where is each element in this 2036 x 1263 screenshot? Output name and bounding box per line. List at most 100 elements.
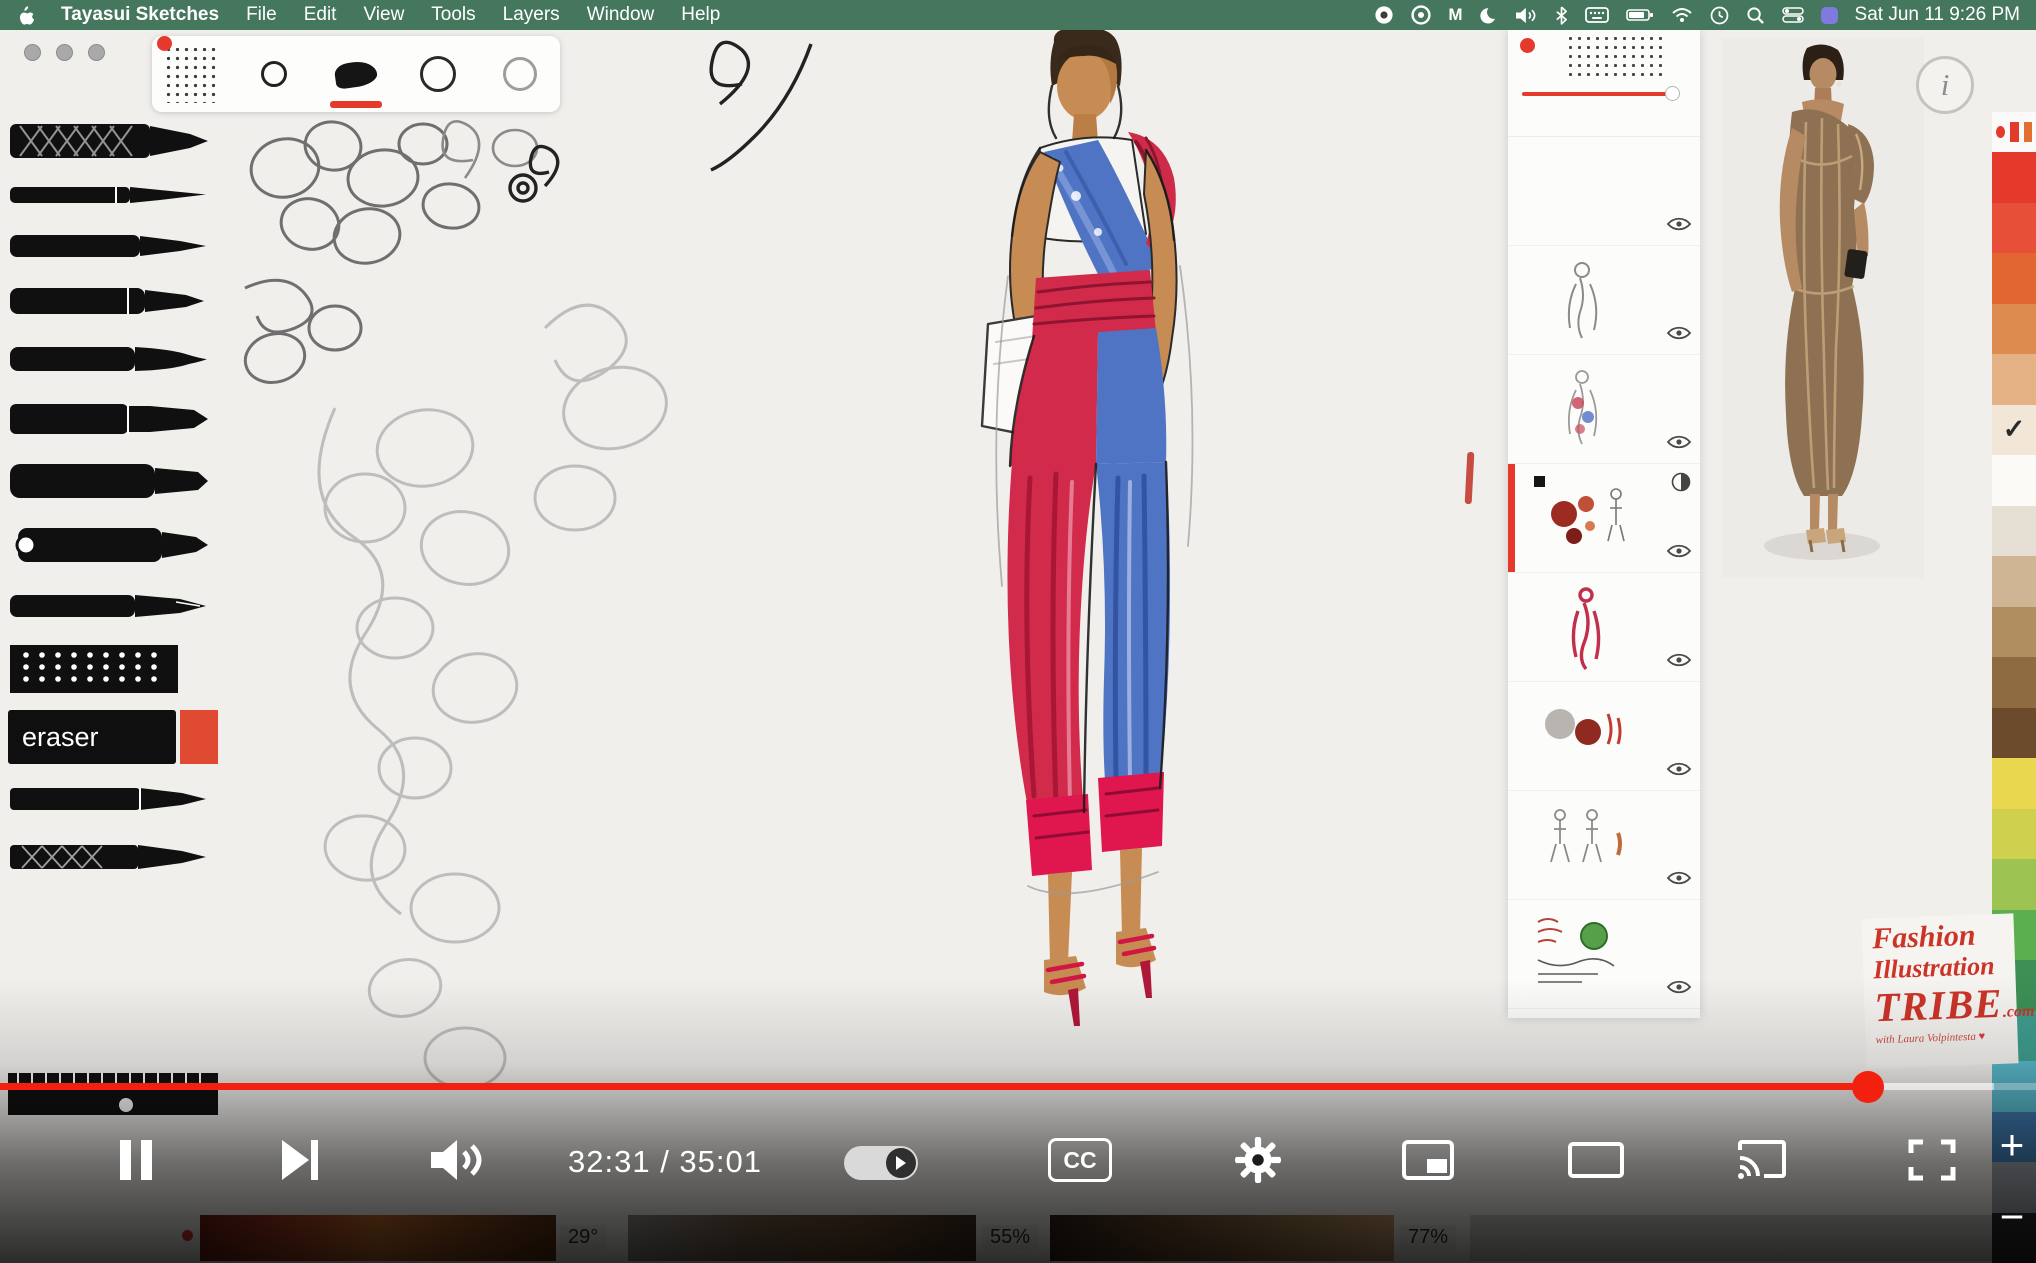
pencil-tool[interactable]: [8, 777, 222, 821]
window-zoom-button[interactable]: [88, 44, 105, 61]
palette-swatch[interactable]: [1992, 455, 2036, 506]
moon-icon[interactable]: [1480, 6, 1499, 25]
palette-mini-swatch[interactable]: [2010, 122, 2018, 142]
search-icon[interactable]: [1746, 6, 1765, 25]
ruler-tool[interactable]: [8, 1063, 222, 1127]
palette-swatch[interactable]: [1992, 203, 2036, 254]
palette-swatch[interactable]: [1992, 859, 2036, 910]
layer-visibility-eye-icon[interactable]: [1666, 433, 1692, 453]
colorwheel-icon[interactable]: [1411, 5, 1431, 25]
layer-visibility-eye-icon[interactable]: [1666, 978, 1692, 998]
layer-row[interactable]: [1508, 246, 1700, 355]
palette-mini-swatch[interactable]: [2024, 122, 2032, 142]
menu-help[interactable]: Help: [681, 4, 720, 26]
palette-swatch[interactable]: [1992, 304, 2036, 355]
hatch-marker-tool[interactable]: [8, 118, 222, 164]
saturation-gradient-bar[interactable]: [628, 1215, 976, 1261]
blend-mode-icon[interactable]: [1671, 472, 1691, 492]
palette-swatch[interactable]: [1992, 354, 2036, 405]
layer-row[interactable]: [1508, 791, 1700, 900]
cast-icon[interactable]: [1726, 1124, 1798, 1196]
layer-row-active[interactable]: [1508, 464, 1700, 573]
menubar-clock[interactable]: Sat Jun 11 9:26 PM: [1855, 4, 2020, 26]
palette-swatch[interactable]: [1992, 657, 2036, 708]
pause-button[interactable]: [100, 1124, 172, 1196]
halftone-stamp-tool[interactable]: [8, 641, 222, 697]
round-brush-tool[interactable]: [8, 336, 222, 382]
fat-marker-tool[interactable]: [8, 456, 222, 506]
miniplayer-icon[interactable]: [1392, 1124, 1464, 1196]
slider-knob[interactable]: [1665, 86, 1680, 101]
wifi-icon[interactable]: [1671, 7, 1693, 23]
layer-visibility-eye-icon[interactable]: [1666, 651, 1692, 671]
volume-menubar-icon[interactable]: [1516, 7, 1538, 24]
brush-size-light[interactable]: [492, 42, 548, 106]
screen-record-icon[interactable]: [1374, 5, 1394, 25]
bluetooth-icon[interactable]: [1555, 6, 1568, 25]
menu-edit[interactable]: Edit: [304, 4, 337, 26]
menu-file[interactable]: File: [246, 4, 277, 26]
info-button[interactable]: i: [1916, 56, 1974, 114]
palette-swatch-selected[interactable]: ✓: [1992, 405, 2036, 456]
ink-pen-tool[interactable]: [8, 226, 222, 266]
fine-liner-tool[interactable]: [8, 177, 222, 213]
menubar-app-name[interactable]: Tayasui Sketches: [61, 4, 219, 26]
light-ring-icon: [503, 57, 537, 91]
gmail-icon[interactable]: M: [1448, 5, 1462, 25]
palette-swatch[interactable]: [1992, 253, 2036, 304]
settings-gear-icon[interactable]: [1222, 1124, 1294, 1196]
brush-size-slider[interactable]: [1522, 92, 1672, 96]
control-center-icon[interactable]: [1782, 7, 1804, 23]
progress-scrubber[interactable]: [1852, 1071, 1884, 1103]
volume-button[interactable]: [424, 1124, 496, 1196]
flat-brush-tool[interactable]: [8, 395, 222, 443]
window-close-button[interactable]: [24, 44, 41, 61]
captions-button[interactable]: CC: [1048, 1138, 1112, 1182]
brightness-gradient-bar[interactable]: [1050, 1215, 1394, 1261]
menu-window[interactable]: Window: [587, 4, 655, 26]
battery-icon[interactable]: [1626, 8, 1654, 22]
theater-mode-icon[interactable]: [1560, 1124, 1632, 1196]
hue-gradient-bar[interactable]: [200, 1215, 556, 1261]
texture-pattern-swatch[interactable]: [164, 45, 220, 103]
layer-visibility-eye-icon[interactable]: [1666, 215, 1692, 235]
palette-swatch[interactable]: [1992, 152, 2036, 203]
layer-visibility-eye-icon[interactable]: [1666, 542, 1692, 562]
marker-tool[interactable]: [8, 279, 222, 323]
menu-layers[interactable]: Layers: [503, 4, 560, 26]
layer-visibility-eye-icon[interactable]: [1666, 760, 1692, 780]
zoom-out-button[interactable]: −: [1992, 1196, 2032, 1238]
next-button[interactable]: [264, 1124, 336, 1196]
layer-row[interactable]: [1508, 900, 1700, 1009]
palette-swatch[interactable]: [1992, 809, 2036, 860]
layer-visibility-eye-icon[interactable]: [1666, 869, 1692, 889]
autoplay-toggle[interactable]: [844, 1146, 918, 1180]
zoom-in-button[interactable]: +: [1992, 1124, 2032, 1166]
eraser-tool[interactable]: eraser: [8, 710, 222, 764]
layer-visibility-eye-icon[interactable]: [1666, 324, 1692, 344]
layer-row[interactable]: [1508, 355, 1700, 464]
palette-swatch[interactable]: [1992, 506, 2036, 557]
third-party-app-icon[interactable]: [1821, 7, 1838, 24]
brush-size-medium[interactable]: [410, 42, 466, 106]
palette-swatch[interactable]: [1992, 708, 2036, 759]
brush-size-small[interactable]: [246, 42, 302, 106]
layer-row[interactable]: [1508, 137, 1700, 246]
hatch-pencil-tool[interactable]: [8, 834, 222, 880]
menu-tools[interactable]: Tools: [431, 4, 475, 26]
nib-pen-tool[interactable]: [8, 584, 222, 628]
brush-shape-selected[interactable]: [328, 42, 384, 106]
keyboard-icon[interactable]: [1585, 7, 1609, 23]
palette-swatch[interactable]: [1992, 607, 2036, 658]
time-machine-icon[interactable]: [1710, 6, 1729, 25]
apple-menu-icon[interactable]: [16, 5, 34, 26]
layer-row[interactable]: [1508, 573, 1700, 682]
video-progress-bar[interactable]: [0, 1083, 2036, 1090]
palette-swatch[interactable]: [1992, 556, 2036, 607]
airbrush-tool[interactable]: [8, 519, 222, 571]
fullscreen-icon[interactable]: [1896, 1124, 1968, 1196]
window-minimize-button[interactable]: [56, 44, 73, 61]
palette-swatch[interactable]: [1992, 758, 2036, 809]
layer-row[interactable]: [1508, 682, 1700, 791]
menu-view[interactable]: View: [363, 4, 404, 26]
